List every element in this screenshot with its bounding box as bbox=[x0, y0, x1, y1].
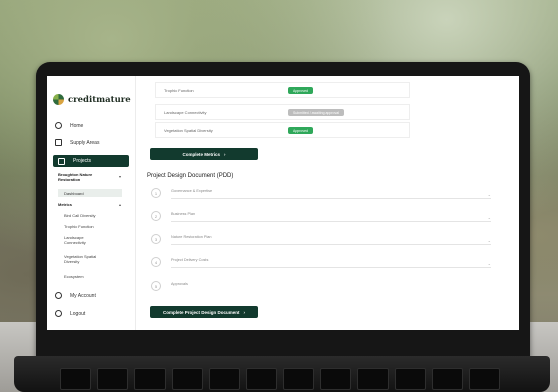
metric-item[interactable]: Trophic Function bbox=[64, 224, 114, 229]
sidebar-item-supply-areas[interactable]: Supply Areas bbox=[55, 139, 99, 146]
sidebar-item-logout[interactable]: Logout bbox=[55, 310, 85, 317]
sidebar-item-metrics[interactable]: Metrics bbox=[58, 202, 72, 207]
app-name: creditmature bbox=[68, 94, 131, 105]
pdd-step[interactable]: 3 Nature Restoration Plan ⌄ bbox=[151, 232, 499, 250]
sidebar-item-dashboard[interactable]: Dashboard bbox=[58, 189, 122, 197]
sidebar-item-label: My Account bbox=[70, 292, 96, 299]
button-label: Complete Metrics bbox=[182, 151, 220, 157]
keyboard-row bbox=[60, 368, 501, 390]
logout-icon bbox=[55, 310, 62, 317]
logo[interactable]: creditmature bbox=[53, 94, 131, 105]
step-number: 4 bbox=[151, 257, 161, 267]
sidebar-item-label: Supply Areas bbox=[70, 139, 100, 146]
status-badge: Approved bbox=[288, 87, 313, 94]
sidebar: creditmature Home Supply Areas Projects … bbox=[47, 76, 136, 330]
step-label: Project Delivery Costs bbox=[171, 258, 209, 262]
divider bbox=[171, 244, 491, 245]
step-label: Business Plan bbox=[171, 212, 196, 216]
step-number: 5 bbox=[151, 281, 161, 291]
pdd-step[interactable]: 4 Project Delivery Costs ⌄ bbox=[151, 255, 499, 273]
metric-item[interactable]: Vegetation Spatial Diversity bbox=[64, 254, 109, 264]
button-label: Complete Project Design Document bbox=[162, 309, 240, 315]
pdd-step[interactable]: 1 Governance & Expertise ⌄ bbox=[151, 186, 499, 204]
project-name[interactable]: Broughton Nature Restoration bbox=[58, 172, 110, 182]
metric-row: Landscape Connectivity Submitted / await… bbox=[155, 104, 410, 120]
step-number: 3 bbox=[151, 234, 161, 244]
map-icon bbox=[55, 139, 62, 146]
step-number: 2 bbox=[151, 211, 161, 221]
metric-label: Vegetation Spatial Diversity bbox=[164, 127, 213, 133]
metric-item[interactable]: Ecosystem bbox=[64, 274, 109, 279]
metric-row: Trophic Function Approved bbox=[155, 82, 410, 98]
sidebar-item-label: Dashboard bbox=[64, 190, 84, 196]
sidebar-item-label: Projects bbox=[73, 158, 92, 164]
home-icon bbox=[55, 122, 62, 129]
chevron-right-icon: › bbox=[224, 151, 226, 157]
complete-metrics-button[interactable]: Complete Metrics › bbox=[150, 148, 258, 160]
divider bbox=[171, 198, 491, 199]
laptop-screen: creditmature Home Supply Areas Projects … bbox=[47, 76, 519, 330]
main-content: Trophic Function Approved Landscape Conn… bbox=[143, 76, 513, 330]
chevron-down-icon: ⌄ bbox=[487, 215, 491, 220]
sidebar-item-home[interactable]: Home bbox=[55, 122, 83, 129]
step-number: 1 bbox=[151, 188, 161, 198]
metric-label: Trophic Function bbox=[164, 87, 194, 93]
metric-label: Landscape Connectivity bbox=[164, 109, 207, 115]
projects-icon bbox=[58, 157, 65, 165]
chevron-down-icon: ⌄ bbox=[487, 261, 491, 266]
divider bbox=[171, 221, 491, 222]
logo-icon bbox=[53, 94, 64, 105]
sidebar-item-my-account[interactable]: My Account bbox=[55, 292, 96, 299]
metric-item[interactable]: Landscape Connectivity bbox=[64, 235, 104, 245]
chevron-right-icon: › bbox=[243, 309, 246, 315]
chevron-up-icon[interactable]: ▴ bbox=[119, 202, 121, 207]
step-label: Governance & Expertise bbox=[171, 189, 213, 193]
sidebar-item-label: Home bbox=[70, 122, 84, 129]
sidebar-item-label: Logout bbox=[70, 310, 86, 317]
chevron-down-icon[interactable]: ▾ bbox=[119, 174, 121, 179]
divider bbox=[171, 267, 491, 268]
metric-row: Vegetation Spatial Diversity Approved bbox=[155, 122, 410, 138]
pdd-title: Project Design Document (PDD) bbox=[147, 173, 234, 179]
complete-pdd-button[interactable]: Complete Project Design Document › bbox=[150, 306, 258, 318]
status-badge: Approved bbox=[288, 127, 313, 134]
step-label: Approvals bbox=[171, 282, 188, 286]
status-badge: Submitted / awaiting approval bbox=[288, 109, 344, 116]
chevron-down-icon: ⌄ bbox=[487, 238, 491, 243]
user-icon bbox=[55, 292, 62, 299]
step-label: Nature Restoration Plan bbox=[171, 235, 212, 239]
pdd-step[interactable]: 2 Business Plan ⌄ bbox=[151, 209, 499, 227]
sidebar-item-projects[interactable]: Projects bbox=[53, 155, 129, 167]
pdd-step[interactable]: 5 Approvals bbox=[151, 279, 499, 297]
metric-item[interactable]: Bird Call Diversity bbox=[64, 213, 114, 218]
chevron-down-icon: ⌄ bbox=[487, 192, 491, 197]
